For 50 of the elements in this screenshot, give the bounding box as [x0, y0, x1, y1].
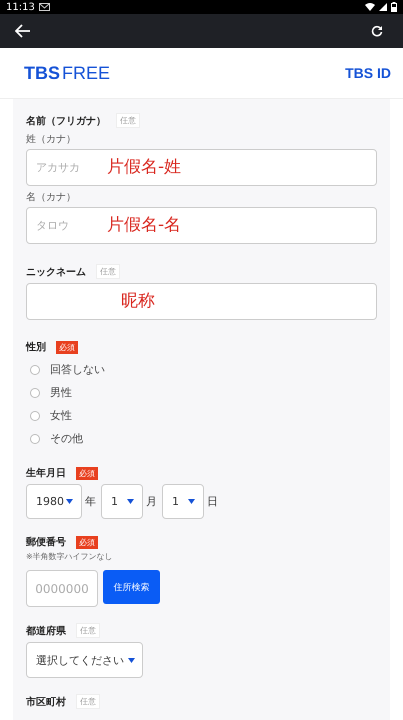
status-time: 11:13 [6, 2, 35, 12]
radio-label: 男性 [50, 385, 72, 400]
brand-link[interactable]: TBS ID [345, 65, 391, 81]
select-dropdown[interactable]: 選択してください [26, 642, 143, 678]
refresh-icon[interactable] [371, 25, 383, 37]
required-tag: 必須 [76, 536, 98, 548]
annotation-text: 片假名-姓 [107, 156, 182, 178]
caret-icon [188, 499, 195, 504]
annotation-text: 昵称 [121, 290, 155, 312]
radio-button[interactable] [30, 388, 40, 398]
address-search-button[interactable]: 住所検索 [103, 570, 160, 604]
radio-label: 女性 [50, 408, 72, 423]
logo: TBS FREE [24, 62, 110, 84]
annotation-text: 片假名-名 [107, 214, 182, 236]
required-tag: 必須 [56, 340, 78, 354]
radio-label: その他 [50, 431, 83, 446]
radio-button[interactable] [30, 364, 40, 374]
back-arrow-icon[interactable] [15, 24, 31, 38]
optional-tag: 任意 [96, 264, 120, 279]
optional-tag: 任意 [116, 113, 140, 128]
field-label: 名前（フリガナ） [26, 114, 106, 128]
field-label: 郵便番号 [26, 536, 66, 549]
unit-label: 月 [146, 494, 157, 509]
field-label: 市区町村 [26, 695, 66, 708]
select-dropdown[interactable]: 1980 [26, 484, 82, 519]
caret-icon [66, 499, 73, 504]
radio-label: 回答しない [50, 362, 105, 377]
unit-label: 日 [207, 494, 218, 509]
select-dropdown[interactable]: 1 [101, 484, 143, 519]
required-tag: 必須 [76, 466, 98, 480]
unit-label: 年 [85, 494, 96, 509]
select-dropdown[interactable]: 1 [162, 484, 204, 519]
mail-icon [38, 3, 50, 11]
battery-icon [391, 2, 397, 12]
input-field[interactable] [26, 283, 377, 320]
caret-icon [127, 499, 134, 504]
wifi-icon [365, 3, 375, 11]
field-label: 生年月日 [26, 466, 66, 480]
hint-text: ※半角数字ハイフンなし [26, 551, 114, 562]
field-label: 都道府県 [26, 624, 66, 638]
optional-tag: 任意 [76, 694, 100, 709]
radio-button[interactable] [30, 410, 40, 420]
caret-icon [128, 658, 135, 662]
field-label: 名（カナ） [26, 191, 77, 204]
radio-button[interactable] [30, 434, 40, 444]
field-label: 性別 [26, 340, 46, 354]
signal-icon [379, 3, 387, 11]
field-label: 姓（カナ） [26, 133, 77, 146]
optional-tag: 任意 [76, 623, 100, 638]
field-label: ニックネーム [26, 266, 86, 278]
